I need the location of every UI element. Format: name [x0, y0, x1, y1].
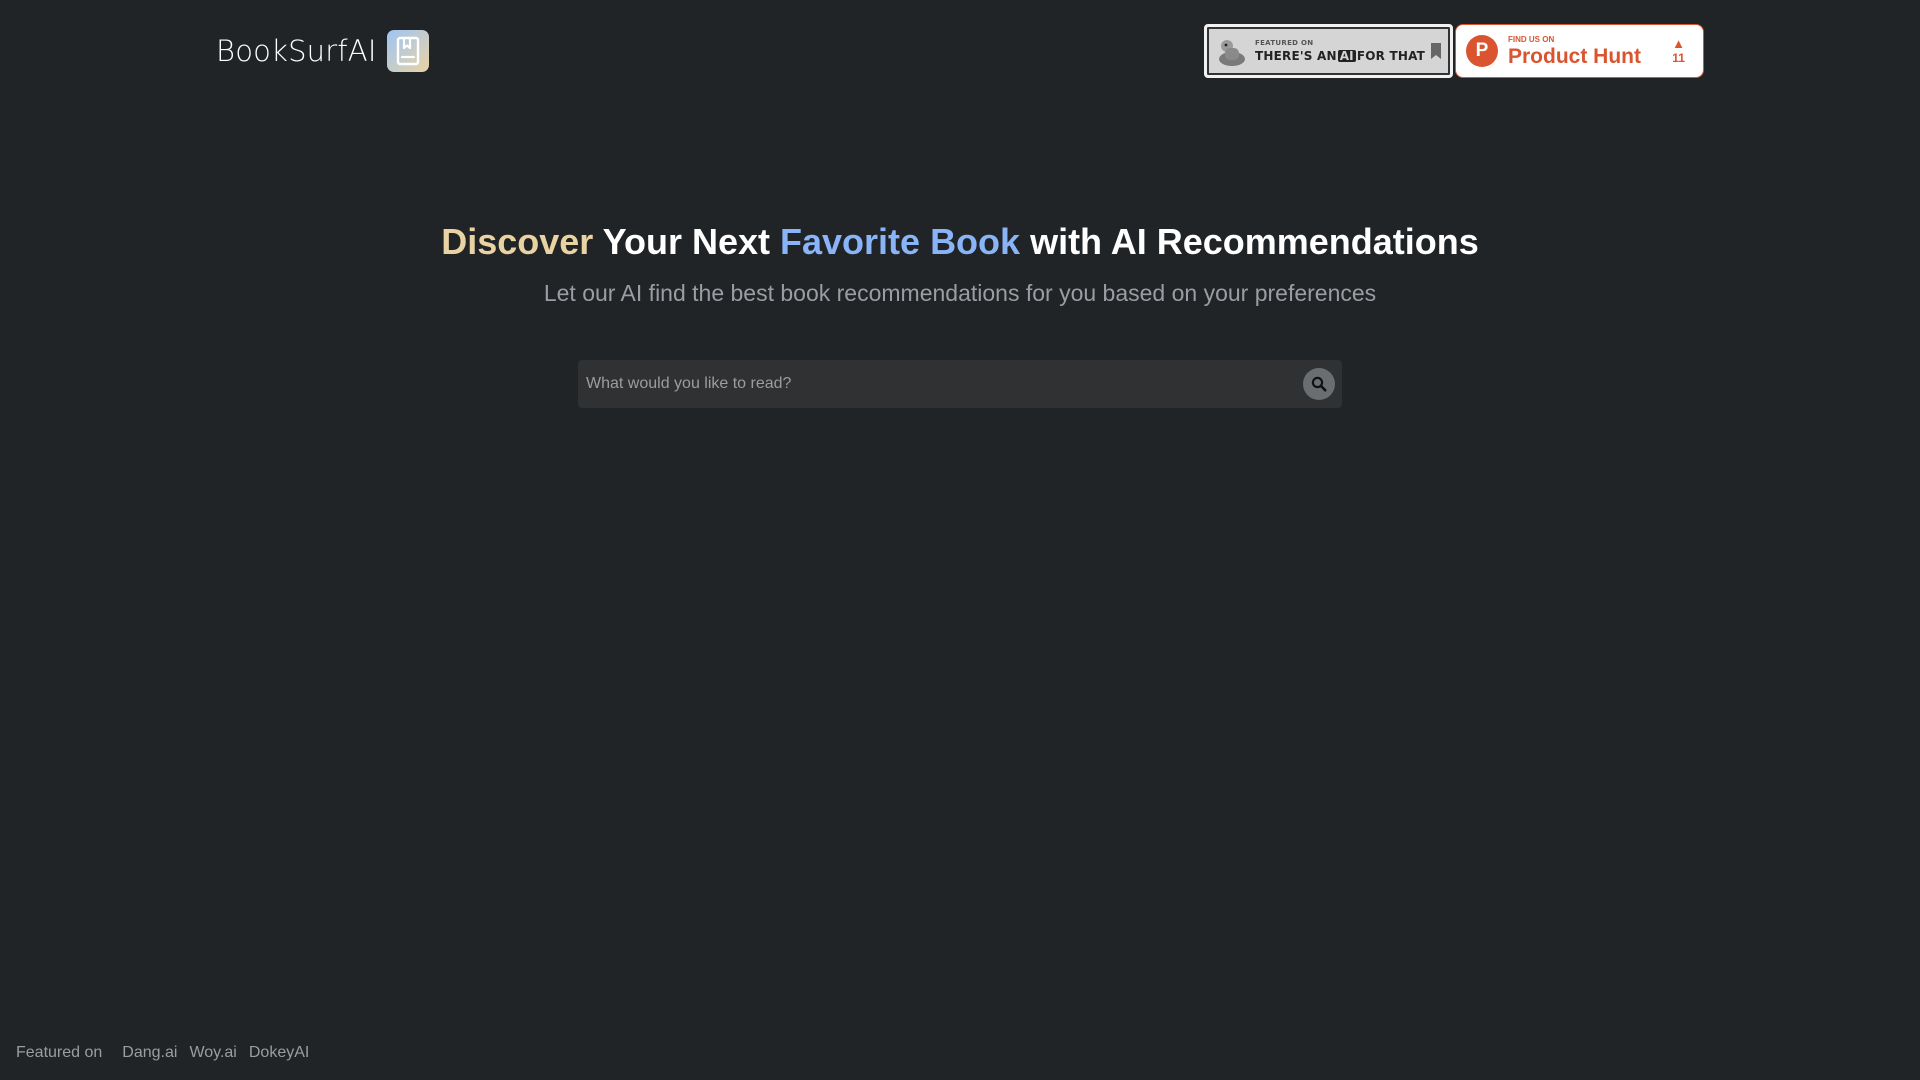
bookmark-icon — [1431, 43, 1441, 59]
product-hunt-logo-icon: P — [1466, 35, 1498, 67]
aift-big-prefix: THERE'S AN — [1255, 49, 1337, 63]
aift-ai-mark: AI — [1337, 49, 1356, 63]
upvote-arrow-icon: ▲ — [1672, 36, 1685, 51]
hero-title: Discover Your Next Favorite Book with AI… — [0, 218, 1920, 266]
footer-link-dang-ai[interactable]: Dang.ai — [122, 1044, 177, 1062]
brand-home-link[interactable]: BookSurfAI — [216, 28, 429, 74]
hero-title-text-2: with AI Recommendations — [1020, 221, 1479, 262]
search-input[interactable] — [578, 360, 1303, 408]
search-form — [578, 360, 1342, 408]
footer-featured-label: Featured on — [16, 1044, 103, 1061]
product-hunt-name: Product Hunt — [1508, 44, 1641, 68]
brand-name: BookSurfAI — [216, 34, 377, 68]
hero-title-highlight-discover: Discover — [441, 221, 594, 262]
header: BookSurfAI FEATURED ON THERE'S AN AI FOR… — [0, 0, 1920, 104]
hero-title-highlight-favorite-book: Favorite Book — [780, 221, 1021, 262]
product-hunt-small-text: FIND US ON — [1508, 34, 1555, 44]
footer: Featured on Dang.ai Woy.ai DokeyAI — [16, 1044, 321, 1062]
search-icon — [1311, 376, 1327, 392]
upvote-count: 11 — [1672, 51, 1685, 65]
product-hunt-badge[interactable]: P FIND US ON Product Hunt ▲ 11 — [1455, 24, 1704, 78]
aift-big-suffix: FOR THAT — [1356, 49, 1426, 63]
product-hunt-votes: ▲ 11 — [1672, 36, 1685, 66]
search-button[interactable] — [1303, 368, 1335, 400]
footer-link-dokeyai[interactable]: DokeyAI — [249, 1044, 309, 1062]
theres-an-ai-for-that-badge[interactable]: FEATURED ON THERE'S AN AI FOR THAT — [1204, 24, 1453, 78]
aift-small-text: FEATURED ON — [1255, 39, 1314, 47]
book-bookmark-icon — [386, 30, 429, 72]
aift-mascot-icon — [1219, 40, 1245, 66]
hero-subtitle: Let our AI find the best book recommenda… — [543, 280, 1377, 306]
hero-title-text-1: Your Next — [593, 221, 781, 262]
footer-link-woy-ai[interactable]: Woy.ai — [189, 1044, 236, 1062]
